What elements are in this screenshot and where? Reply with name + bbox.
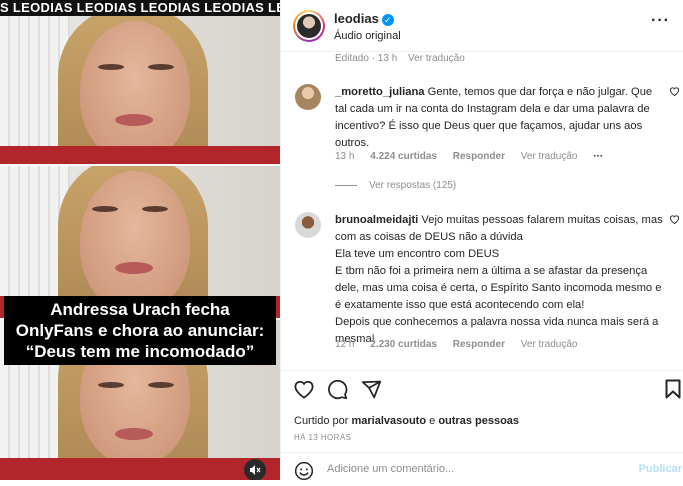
liked-by: Curtido por marialvasouto e outras pesso…	[294, 415, 519, 427]
bookmark-icon[interactable]	[665, 379, 681, 404]
comment-icon[interactable]	[327, 379, 348, 405]
comment-username[interactable]: brunoalmeidajti	[335, 214, 418, 226]
comment-input[interactable]	[327, 463, 617, 475]
comment-text-line: Ela teve um encontro com DEUS	[335, 248, 500, 260]
caption-meta: Editado · 13 h Ver tradução	[335, 53, 473, 64]
heart-icon[interactable]	[293, 379, 315, 404]
comment-meta: 13 h 4.224 curtidas Responder Ver traduç…	[335, 151, 616, 162]
post-timestamp[interactable]: HÁ 13 HORAS	[294, 433, 351, 442]
share-icon[interactable]	[361, 379, 382, 405]
post-actions	[281, 370, 683, 410]
comment-text-block: _moretto_juliana Gente, temos que dar fo…	[335, 84, 665, 152]
screen: S LEODIAS LEODIAS LEODIAS LEODIAS LEODIA…	[0, 0, 683, 481]
commenter-avatar[interactable]	[295, 212, 321, 238]
comment-text-block: brunoalmeidajti Vejo muitas pessoas fala…	[335, 212, 665, 348]
comment: brunoalmeidajti Vejo muitas pessoas fala…	[295, 212, 680, 362]
comment-time: 13 h	[335, 151, 355, 162]
post-header: leodias ✓ Áudio original ···	[281, 0, 683, 52]
reel-video[interactable]: S LEODIAS LEODIAS LEODIAS LEODIAS LEODIA…	[0, 0, 280, 480]
author-avatar[interactable]	[293, 10, 325, 42]
comment-translate-link[interactable]: Ver tradução	[521, 151, 578, 162]
video-frame-1	[0, 16, 280, 168]
verified-icon: ✓	[381, 14, 394, 26]
comment-time: 12 h	[335, 339, 355, 350]
liked-by-prefix: Curtido por	[294, 415, 349, 427]
more-icon[interactable]: ···	[651, 12, 670, 30]
comment-composer: Publicar	[281, 452, 683, 481]
liked-by-mid: e	[429, 415, 436, 427]
emoji-icon[interactable]	[294, 461, 314, 486]
comment-more-icon[interactable]: ···	[593, 151, 603, 162]
edited-label: Editado · 13 h	[335, 53, 398, 64]
reply-button[interactable]: Responder	[453, 151, 505, 162]
commenter-avatar[interactable]	[295, 84, 321, 110]
caption-translate-link[interactable]: Ver tradução	[408, 53, 465, 64]
video-caption: Andressa Urach fecha OnlyFans e chora ao…	[4, 296, 276, 365]
replies-divider	[335, 184, 357, 186]
author-username-row[interactable]: leodias ✓	[334, 11, 394, 26]
comment-text-line: E tbm não foi a primeira nem a última a …	[335, 265, 662, 311]
publish-button[interactable]: Publicar	[639, 463, 682, 475]
liked-by-user[interactable]: marialvasouto	[351, 415, 426, 427]
comment-like-icon[interactable]	[669, 214, 680, 227]
reply-button[interactable]: Responder	[453, 339, 505, 350]
comment-meta: 12 h 2.230 curtidas Responder Ver traduç…	[335, 339, 590, 350]
comment-like-icon[interactable]	[669, 86, 680, 99]
comment-likes[interactable]: 4.224 curtidas	[370, 151, 437, 162]
view-replies[interactable]: Ver respostas (125)	[335, 180, 456, 191]
mute-icon[interactable]	[244, 459, 266, 480]
comment: _moretto_juliana Gente, temos que dar fo…	[295, 84, 680, 174]
author-username[interactable]: leodias	[334, 11, 379, 26]
leodias-ticker: S LEODIAS LEODIAS LEODIAS LEODIAS LEODIA…	[0, 0, 280, 16]
comment-translate-link[interactable]: Ver tradução	[521, 339, 578, 350]
post-side-panel: leodias ✓ Áudio original ··· Editado · 13…	[280, 0, 683, 481]
comment-username[interactable]: _moretto_juliana	[335, 86, 425, 98]
original-audio-link[interactable]: Áudio original	[334, 30, 401, 42]
view-replies-label[interactable]: Ver respostas (125)	[369, 180, 456, 191]
liked-by-others[interactable]: outras pessoas	[438, 415, 519, 427]
comment-likes[interactable]: 2.230 curtidas	[370, 339, 437, 350]
